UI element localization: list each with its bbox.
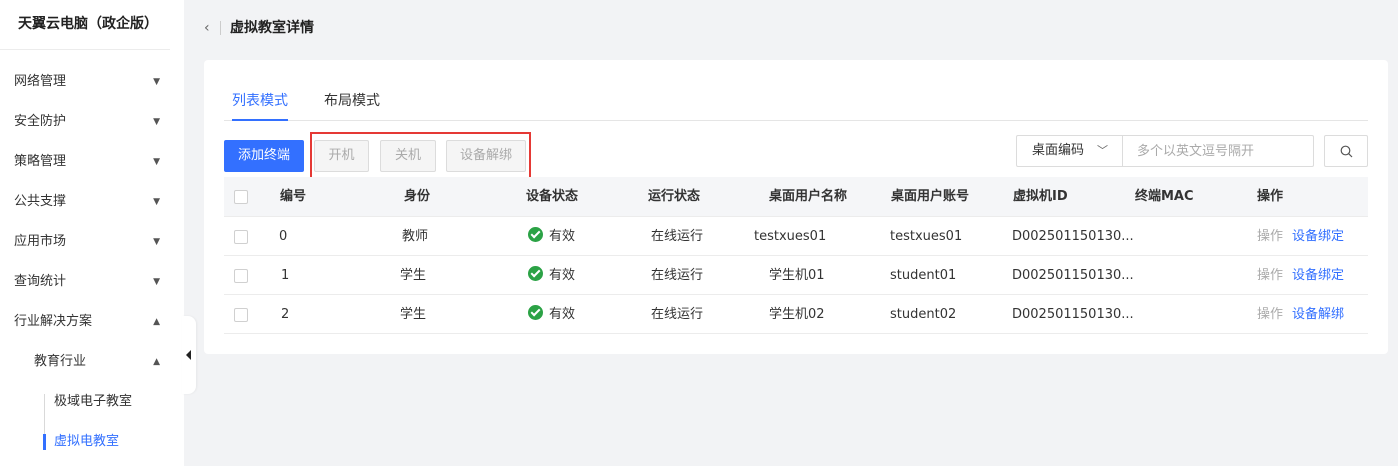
bind-device-link[interactable]: 设备绑定 <box>1292 218 1344 256</box>
bind-device-link[interactable]: 设备绑定 <box>1292 257 1344 295</box>
tab-layout-mode[interactable]: 布局模式 <box>324 86 380 120</box>
check-circle-icon <box>528 227 543 242</box>
cell-id: 2 <box>281 307 290 322</box>
device-status-text: 有效 <box>549 268 576 283</box>
column-header: 设备状态 <box>526 189 579 204</box>
caret-down-icon: ▼ <box>153 277 160 287</box>
column-header: 编号 <box>280 189 307 204</box>
tab-list-mode[interactable]: 列表模式 <box>232 86 288 121</box>
device-status-text: 有效 <box>549 307 576 322</box>
unbind-device-link[interactable]: 设备解绑 <box>1292 296 1344 334</box>
search-select-label: 桌面编码 <box>1032 143 1085 158</box>
menu-item-policy[interactable]: 策略管理 ▼ <box>0 142 184 182</box>
cell-run-status: 在线运行 <box>651 229 704 244</box>
cell-user-account: testxues01 <box>890 229 963 244</box>
column-header: 桌面用户账号 <box>891 189 970 204</box>
menu-item-query-stats[interactable]: 查询统计 ▼ <box>0 262 184 302</box>
table-header: 编号 身份 设备状态 运行状态 桌面用户名称 桌面用户账号 虚拟机ID 终端MA… <box>224 177 1368 217</box>
menu-label: 公共支撑 <box>14 194 67 209</box>
menu-item-public-support[interactable]: 公共支撑 ▼ <box>0 182 184 222</box>
menu-label: 行业解决方案 <box>14 314 93 329</box>
search-button[interactable] <box>1324 135 1368 167</box>
check-circle-icon <box>528 305 543 320</box>
menu-leaf-jiyu-classroom[interactable]: 极域电子教室 <box>0 382 184 422</box>
cell-user-name: 学生机01 <box>769 268 825 283</box>
cell-vm-id: D002501150130... <box>1012 307 1134 322</box>
column-header: 终端MAC <box>1135 189 1194 204</box>
caret-down-icon: ▼ <box>153 117 160 127</box>
table-row: 0 教师 有效 在线运行 testxues01 testxues01 D0025… <box>224 218 1368 256</box>
power-on-button[interactable]: 开机 <box>314 140 369 172</box>
cell-vm-id: D002501150130... <box>1012 229 1134 244</box>
menu-item-app-market[interactable]: 应用市场 ▼ <box>0 222 184 262</box>
menu-leaf-virtual-classroom[interactable]: 虚拟电教室 <box>0 422 184 462</box>
select-all-checkbox[interactable] <box>234 190 248 204</box>
cell-run-status: 在线运行 <box>651 268 704 283</box>
caret-down-icon: ▼ <box>153 197 160 207</box>
row-checkbox[interactable] <box>234 308 248 322</box>
check-circle-icon <box>528 266 543 281</box>
cell-user-account: student02 <box>890 307 957 322</box>
cell-id: 1 <box>281 268 290 283</box>
menu-item-network[interactable]: 网络管理 ▼ <box>0 62 184 102</box>
page-title: 虚拟教室详情 <box>230 20 314 36</box>
cell-device-status: 有效 <box>528 218 575 256</box>
cell-role: 学生 <box>400 307 427 322</box>
cell-user-name: 学生机02 <box>769 307 825 322</box>
caret-up-icon: ▲ <box>153 317 160 327</box>
column-header: 操作 <box>1257 189 1284 204</box>
cell-vm-id: D002501150130... <box>1012 268 1134 283</box>
menu-label: 策略管理 <box>14 154 67 169</box>
search-icon <box>1340 145 1353 158</box>
table-row: 2 学生 有效 在线运行 学生机02 student02 D0025011501… <box>224 296 1368 334</box>
cell-user-name: testxues01 <box>754 229 827 244</box>
row-checkbox[interactable] <box>234 230 248 244</box>
add-terminal-button[interactable]: 添加终端 <box>224 140 304 172</box>
mode-tabs: 列表模式 布局模式 <box>224 86 1368 121</box>
cell-user-account: student01 <box>890 268 957 283</box>
menu-label: 安全防护 <box>14 114 67 129</box>
search-input[interactable] <box>1122 135 1314 167</box>
sidebar-collapse-toggle[interactable] <box>182 316 196 394</box>
menu-item-education[interactable]: 教育行业 ▲ <box>0 342 184 382</box>
column-header: 身份 <box>404 189 431 204</box>
chevron-down-icon: ﹀ <box>1097 144 1108 157</box>
cell-run-status: 在线运行 <box>651 307 704 322</box>
operate-link[interactable]: 操作 <box>1257 257 1283 295</box>
caret-up-icon: ▲ <box>153 357 160 367</box>
back-icon[interactable]: ‹ <box>204 10 210 46</box>
caret-down-icon: ▼ <box>153 77 160 87</box>
column-header: 虚拟机ID <box>1013 189 1068 204</box>
column-header: 桌面用户名称 <box>769 189 848 204</box>
header-divider <box>220 21 221 35</box>
cell-role: 学生 <box>400 268 427 283</box>
menu-label: 查询统计 <box>14 274 67 289</box>
operate-link[interactable]: 操作 <box>1257 296 1283 334</box>
caret-down-icon: ▼ <box>153 237 160 247</box>
column-header: 运行状态 <box>648 189 701 204</box>
unbind-device-button[interactable]: 设备解绑 <box>446 140 526 172</box>
power-off-button[interactable]: 关机 <box>380 140 436 172</box>
menu-item-security[interactable]: 安全防护 ▼ <box>0 102 184 142</box>
menu-label: 网络管理 <box>14 74 67 89</box>
table-row: 1 学生 有效 在线运行 学生机01 student01 D0025011501… <box>224 257 1368 295</box>
operate-link[interactable]: 操作 <box>1257 218 1283 256</box>
cell-device-status: 有效 <box>528 296 575 334</box>
menu-label: 教育行业 <box>34 354 87 369</box>
main-card: 列表模式 布局模式 添加终端 开机 关机 设备解绑 桌面编码 ﹀ 编号 身份 设… <box>204 60 1388 354</box>
collapse-arrow-icon <box>186 350 191 360</box>
caret-down-icon: ▼ <box>153 157 160 167</box>
search-field-select[interactable]: 桌面编码 ﹀ <box>1016 135 1122 167</box>
menu-label: 应用市场 <box>14 234 67 249</box>
sidebar: 天翼云电脑（政企版） 网络管理 ▼ 安全防护 ▼ 策略管理 ▼ 公共支撑 ▼ 应… <box>0 0 184 466</box>
cell-device-status: 有效 <box>528 257 575 295</box>
row-checkbox[interactable] <box>234 269 248 283</box>
cell-id: 0 <box>279 229 288 244</box>
brand-title: 天翼云电脑（政企版） <box>0 0 170 50</box>
cell-role: 教师 <box>402 229 429 244</box>
menu-item-industry-solutions[interactable]: 行业解决方案 ▲ <box>0 302 184 342</box>
device-status-text: 有效 <box>549 229 576 244</box>
